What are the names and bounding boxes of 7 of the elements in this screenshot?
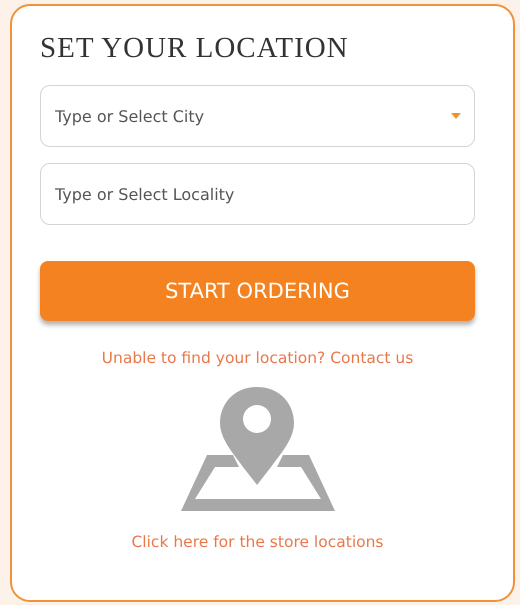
caret-icon — [451, 113, 461, 119]
locality-field[interactable]: Type or Select Locality — [40, 163, 475, 225]
store-locations-link[interactable]: Click here for the store locations — [131, 533, 384, 551]
start-ordering-button[interactable]: START ORDERING — [40, 261, 475, 321]
contact-link[interactable]: Unable to find your location? Contact us — [102, 349, 414, 367]
city-dropdown[interactable]: Type or Select City — [40, 85, 475, 147]
card-title: SET YOUR LOCATION — [40, 32, 350, 65]
